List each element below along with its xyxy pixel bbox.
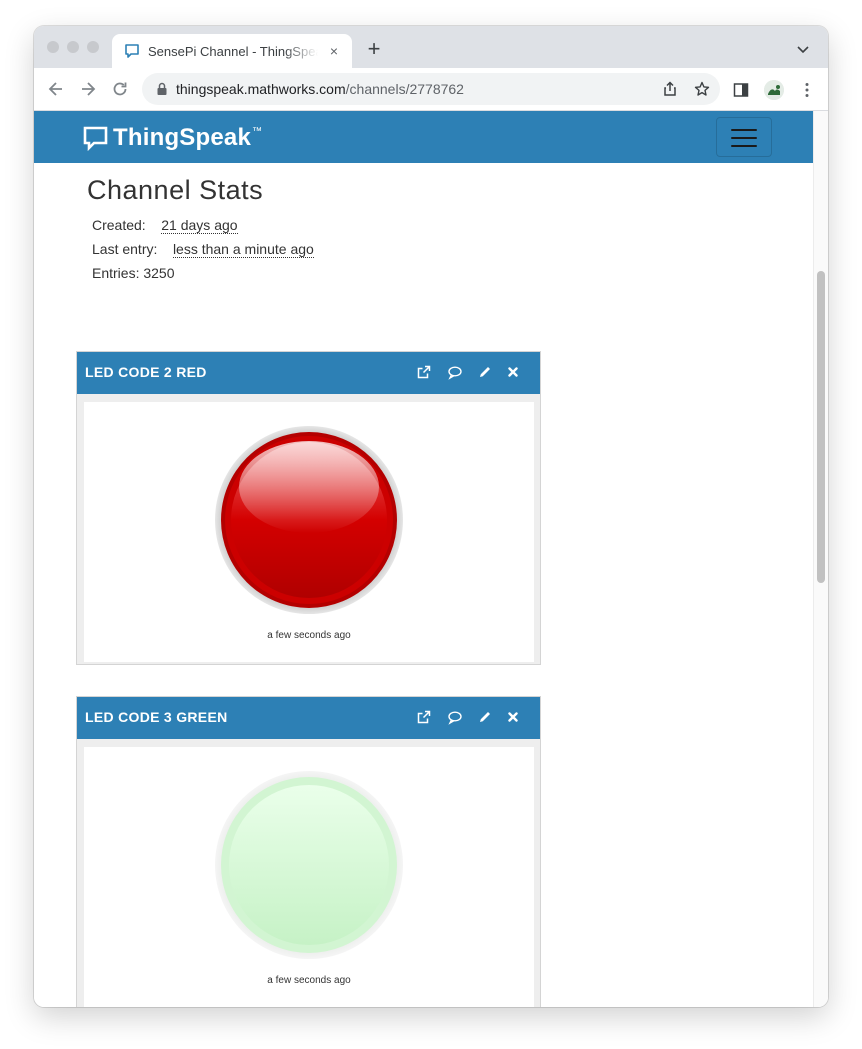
led-lamp-on [215, 426, 403, 614]
tab-strip: SensePi Channel - ThingSpeak × + [34, 26, 828, 68]
last-entry-value: less than a minute ago [172, 241, 314, 258]
hamburger-line [731, 145, 757, 147]
last-entry-label: Last entry: [92, 241, 158, 257]
comment-icon[interactable] [447, 709, 463, 725]
browser-tab[interactable]: SensePi Channel - ThingSpeak × [112, 34, 352, 68]
url-path: /channels/2778762 [345, 81, 464, 97]
navbar-menu-button[interactable] [716, 117, 772, 157]
widget-body: a few seconds ago [84, 402, 534, 662]
share-icon[interactable] [662, 81, 678, 97]
channel-stats-title: Channel Stats [87, 175, 264, 205]
thingspeak-favicon-icon [125, 44, 139, 58]
widget-title: LED CODE 2 RED [85, 364, 207, 380]
created-label: Created: [92, 217, 146, 233]
led-widget-red: LED CODE 2 RED a few seconds ago [76, 351, 541, 665]
led-widget-green: LED CODE 3 GREEN a few seconds ago [76, 696, 541, 1007]
scrollbar-thumb[interactable] [817, 271, 825, 583]
profile-avatar[interactable] [764, 80, 784, 100]
last-update-text: a few seconds ago [267, 630, 351, 641]
logo-text: ThingSpeak [113, 124, 252, 151]
page-viewport: ThingSpeak ™ Channel Stats Created: 21 d… [34, 111, 828, 1007]
created-row: Created: 21 days ago [92, 217, 238, 234]
zoom-window-button[interactable] [87, 41, 99, 53]
url-text: thingspeak.mathworks.com/channels/277876… [176, 81, 464, 97]
close-window-button[interactable] [47, 41, 59, 53]
side-panel-icon[interactable] [732, 81, 750, 99]
browser-toolbar: thingspeak.mathworks.com/channels/277876… [34, 68, 828, 111]
last-entry-row: Last entry: less than a minute ago [92, 241, 314, 258]
close-icon[interactable] [505, 709, 521, 725]
open-external-icon[interactable] [416, 364, 432, 380]
widget-header: LED CODE 3 GREEN [77, 697, 540, 739]
thingspeak-logo[interactable]: ThingSpeak ™ [83, 124, 262, 152]
thingspeak-navbar: ThingSpeak ™ [34, 111, 813, 163]
url-host: thingspeak.mathworks.com [176, 81, 346, 97]
led-lamp-off [215, 771, 403, 959]
edit-pencil-icon[interactable] [477, 709, 493, 725]
entries-count: Entries: 3250 [92, 265, 175, 281]
chevron-down-icon[interactable] [796, 42, 810, 56]
tab-close-icon[interactable]: × [326, 43, 342, 59]
address-bar[interactable]: thingspeak.mathworks.com/channels/277876… [142, 73, 720, 105]
comment-icon[interactable] [447, 364, 463, 380]
avatar-icon [764, 80, 784, 100]
speech-bubble-logo-icon [83, 126, 108, 151]
back-arrow-icon[interactable] [46, 79, 66, 99]
forward-arrow-icon[interactable] [78, 79, 98, 99]
browser-window: SensePi Channel - ThingSpeak × + thingsp… [34, 26, 828, 1007]
page-scrollbar[interactable] [813, 111, 828, 1007]
reload-icon[interactable] [110, 79, 130, 99]
created-value: 21 days ago [161, 217, 238, 234]
last-update-text: a few seconds ago [267, 975, 351, 986]
edit-pencil-icon[interactable] [477, 364, 493, 380]
open-external-icon[interactable] [416, 709, 432, 725]
widget-title: LED CODE 3 GREEN [85, 709, 228, 725]
lock-icon [157, 82, 167, 95]
widget-header: LED CODE 2 RED [77, 352, 540, 394]
new-tab-button[interactable]: + [364, 38, 384, 60]
more-menu-icon[interactable] [798, 81, 816, 99]
tab-title: SensePi Channel - ThingSpeak [148, 44, 318, 59]
close-icon[interactable] [505, 364, 521, 380]
bookmark-star-icon[interactable] [694, 81, 710, 97]
logo-trademark: ™ [252, 126, 263, 137]
widget-body: a few seconds ago [84, 747, 534, 1007]
minimize-window-button[interactable] [67, 41, 79, 53]
hamburger-line [731, 129, 757, 131]
hamburger-line [731, 137, 757, 139]
